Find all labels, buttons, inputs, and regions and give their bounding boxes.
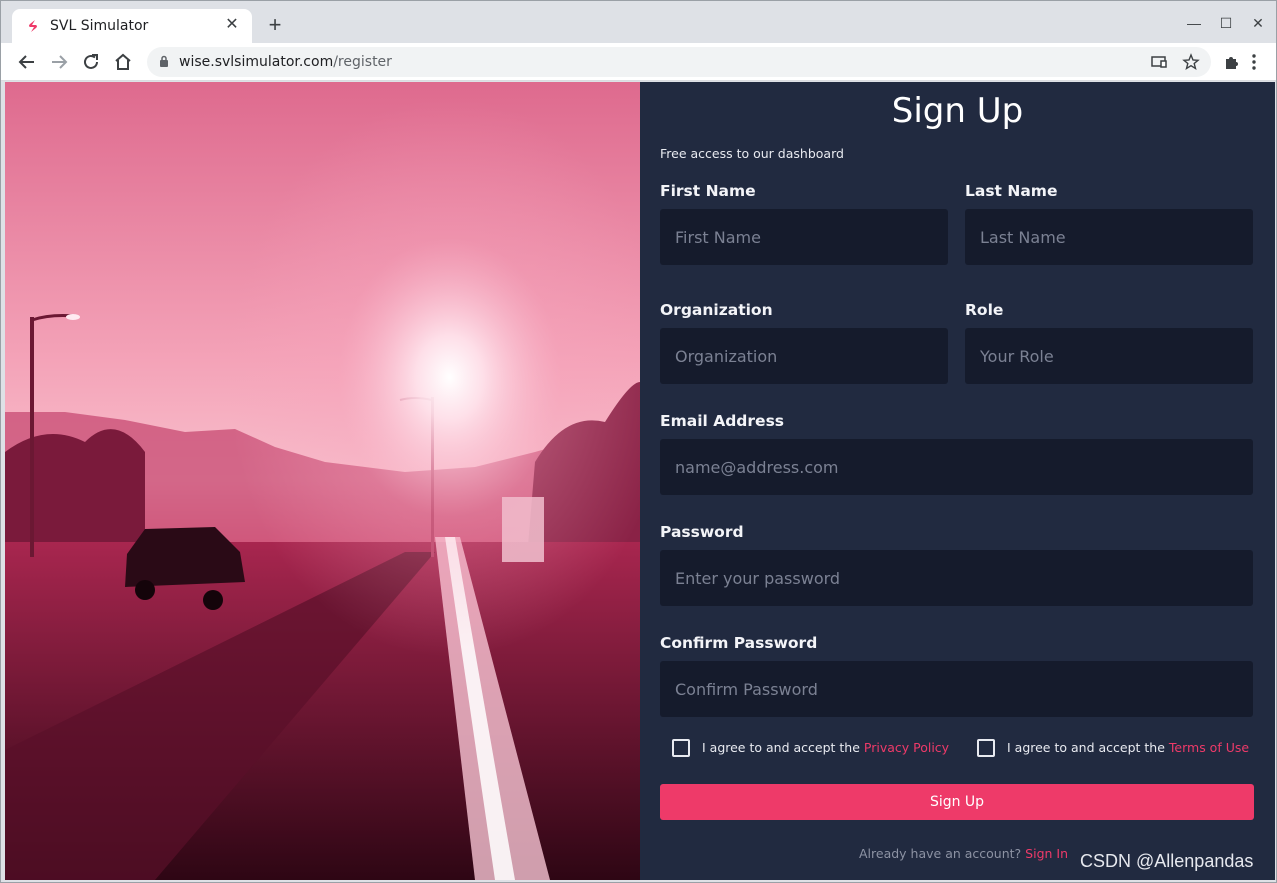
page-subtitle: Free access to our dashboard xyxy=(660,146,844,161)
menu-icon[interactable] xyxy=(1242,50,1266,74)
star-icon[interactable] xyxy=(1182,53,1200,71)
reload-icon[interactable] xyxy=(79,50,103,74)
maximize-icon[interactable]: ☐ xyxy=(1215,12,1237,34)
address-bar[interactable]: wise.svlsimulator.com/register xyxy=(147,47,1211,77)
organization-field[interactable] xyxy=(660,328,948,384)
back-icon[interactable] xyxy=(15,50,39,74)
extensions-icon[interactable] xyxy=(1220,50,1244,74)
sign-up-button[interactable]: Sign Up xyxy=(660,784,1254,820)
sign-in-link[interactable]: Sign In xyxy=(1025,846,1068,861)
organization-label: Organization xyxy=(660,301,773,319)
privacy-policy-checkbox[interactable] xyxy=(672,739,690,757)
signup-panel: Sign Up Free access to our dashboard Fir… xyxy=(640,82,1275,880)
terms-of-use-link[interactable]: Terms of Use xyxy=(1169,740,1249,755)
confirm-password-field[interactable] xyxy=(660,661,1253,717)
cast-icon[interactable] xyxy=(1150,53,1168,71)
forward-icon[interactable] xyxy=(47,50,71,74)
signin-prompt: Already have an account? Sign In xyxy=(859,846,1068,861)
role-label: Role xyxy=(965,301,1004,319)
email-label: Email Address xyxy=(660,412,785,430)
url-host: wise.svlsimulator.com xyxy=(179,54,334,70)
window-close-icon[interactable]: ✕ xyxy=(1247,12,1269,34)
privacy-policy-link[interactable]: Privacy Policy xyxy=(864,740,949,755)
street-scene-image xyxy=(5,82,640,880)
hero-image xyxy=(5,82,640,880)
url-path: /register xyxy=(333,54,392,70)
new-tab-icon[interactable]: + xyxy=(263,14,287,38)
home-icon[interactable] xyxy=(111,50,135,74)
signin-prompt-text: Already have an account? xyxy=(859,846,1026,861)
privacy-policy-text: I agree to and accept the Privacy Policy xyxy=(702,740,949,755)
email-field[interactable] xyxy=(660,439,1253,495)
browser-window: SVL Simulator ✕ + — ☐ ✕ wise.svlsimulato… xyxy=(0,0,1277,883)
minimize-icon[interactable]: — xyxy=(1183,12,1205,34)
terms-of-use-text: I agree to and accept the Terms of Use xyxy=(1007,740,1249,755)
privacy-agree-label: I agree to and accept the xyxy=(702,740,864,755)
tab-strip: SVL Simulator ✕ + — ☐ ✕ xyxy=(1,1,1276,43)
lock-icon xyxy=(160,55,168,67)
last-name-label: Last Name xyxy=(965,182,1058,200)
svl-favicon-icon xyxy=(29,20,37,32)
last-name-field[interactable] xyxy=(965,209,1253,265)
tab-svl-simulator[interactable]: SVL Simulator ✕ xyxy=(12,9,252,43)
confirm-password-label: Confirm Password xyxy=(660,634,818,652)
tab-title: SVL Simulator xyxy=(50,18,149,34)
role-field[interactable] xyxy=(965,328,1253,384)
url-text: wise.svlsimulator.com/register xyxy=(179,54,392,70)
terms-of-use-checkbox[interactable] xyxy=(977,739,995,757)
terms-agree-label: I agree to and accept the xyxy=(1007,740,1169,755)
first-name-label: First Name xyxy=(660,182,756,200)
first-name-field[interactable] xyxy=(660,209,948,265)
watermark-text: CSDN @Allenpandas xyxy=(1080,851,1254,871)
page-title: Sign Up xyxy=(891,91,1024,131)
password-field[interactable] xyxy=(660,550,1253,606)
tab-close-icon[interactable]: ✕ xyxy=(222,15,242,35)
password-label: Password xyxy=(660,523,744,541)
page-content: Sign Up Free access to our dashboard Fir… xyxy=(5,82,1275,880)
browser-toolbar: wise.svlsimulator.com/register xyxy=(1,43,1276,81)
